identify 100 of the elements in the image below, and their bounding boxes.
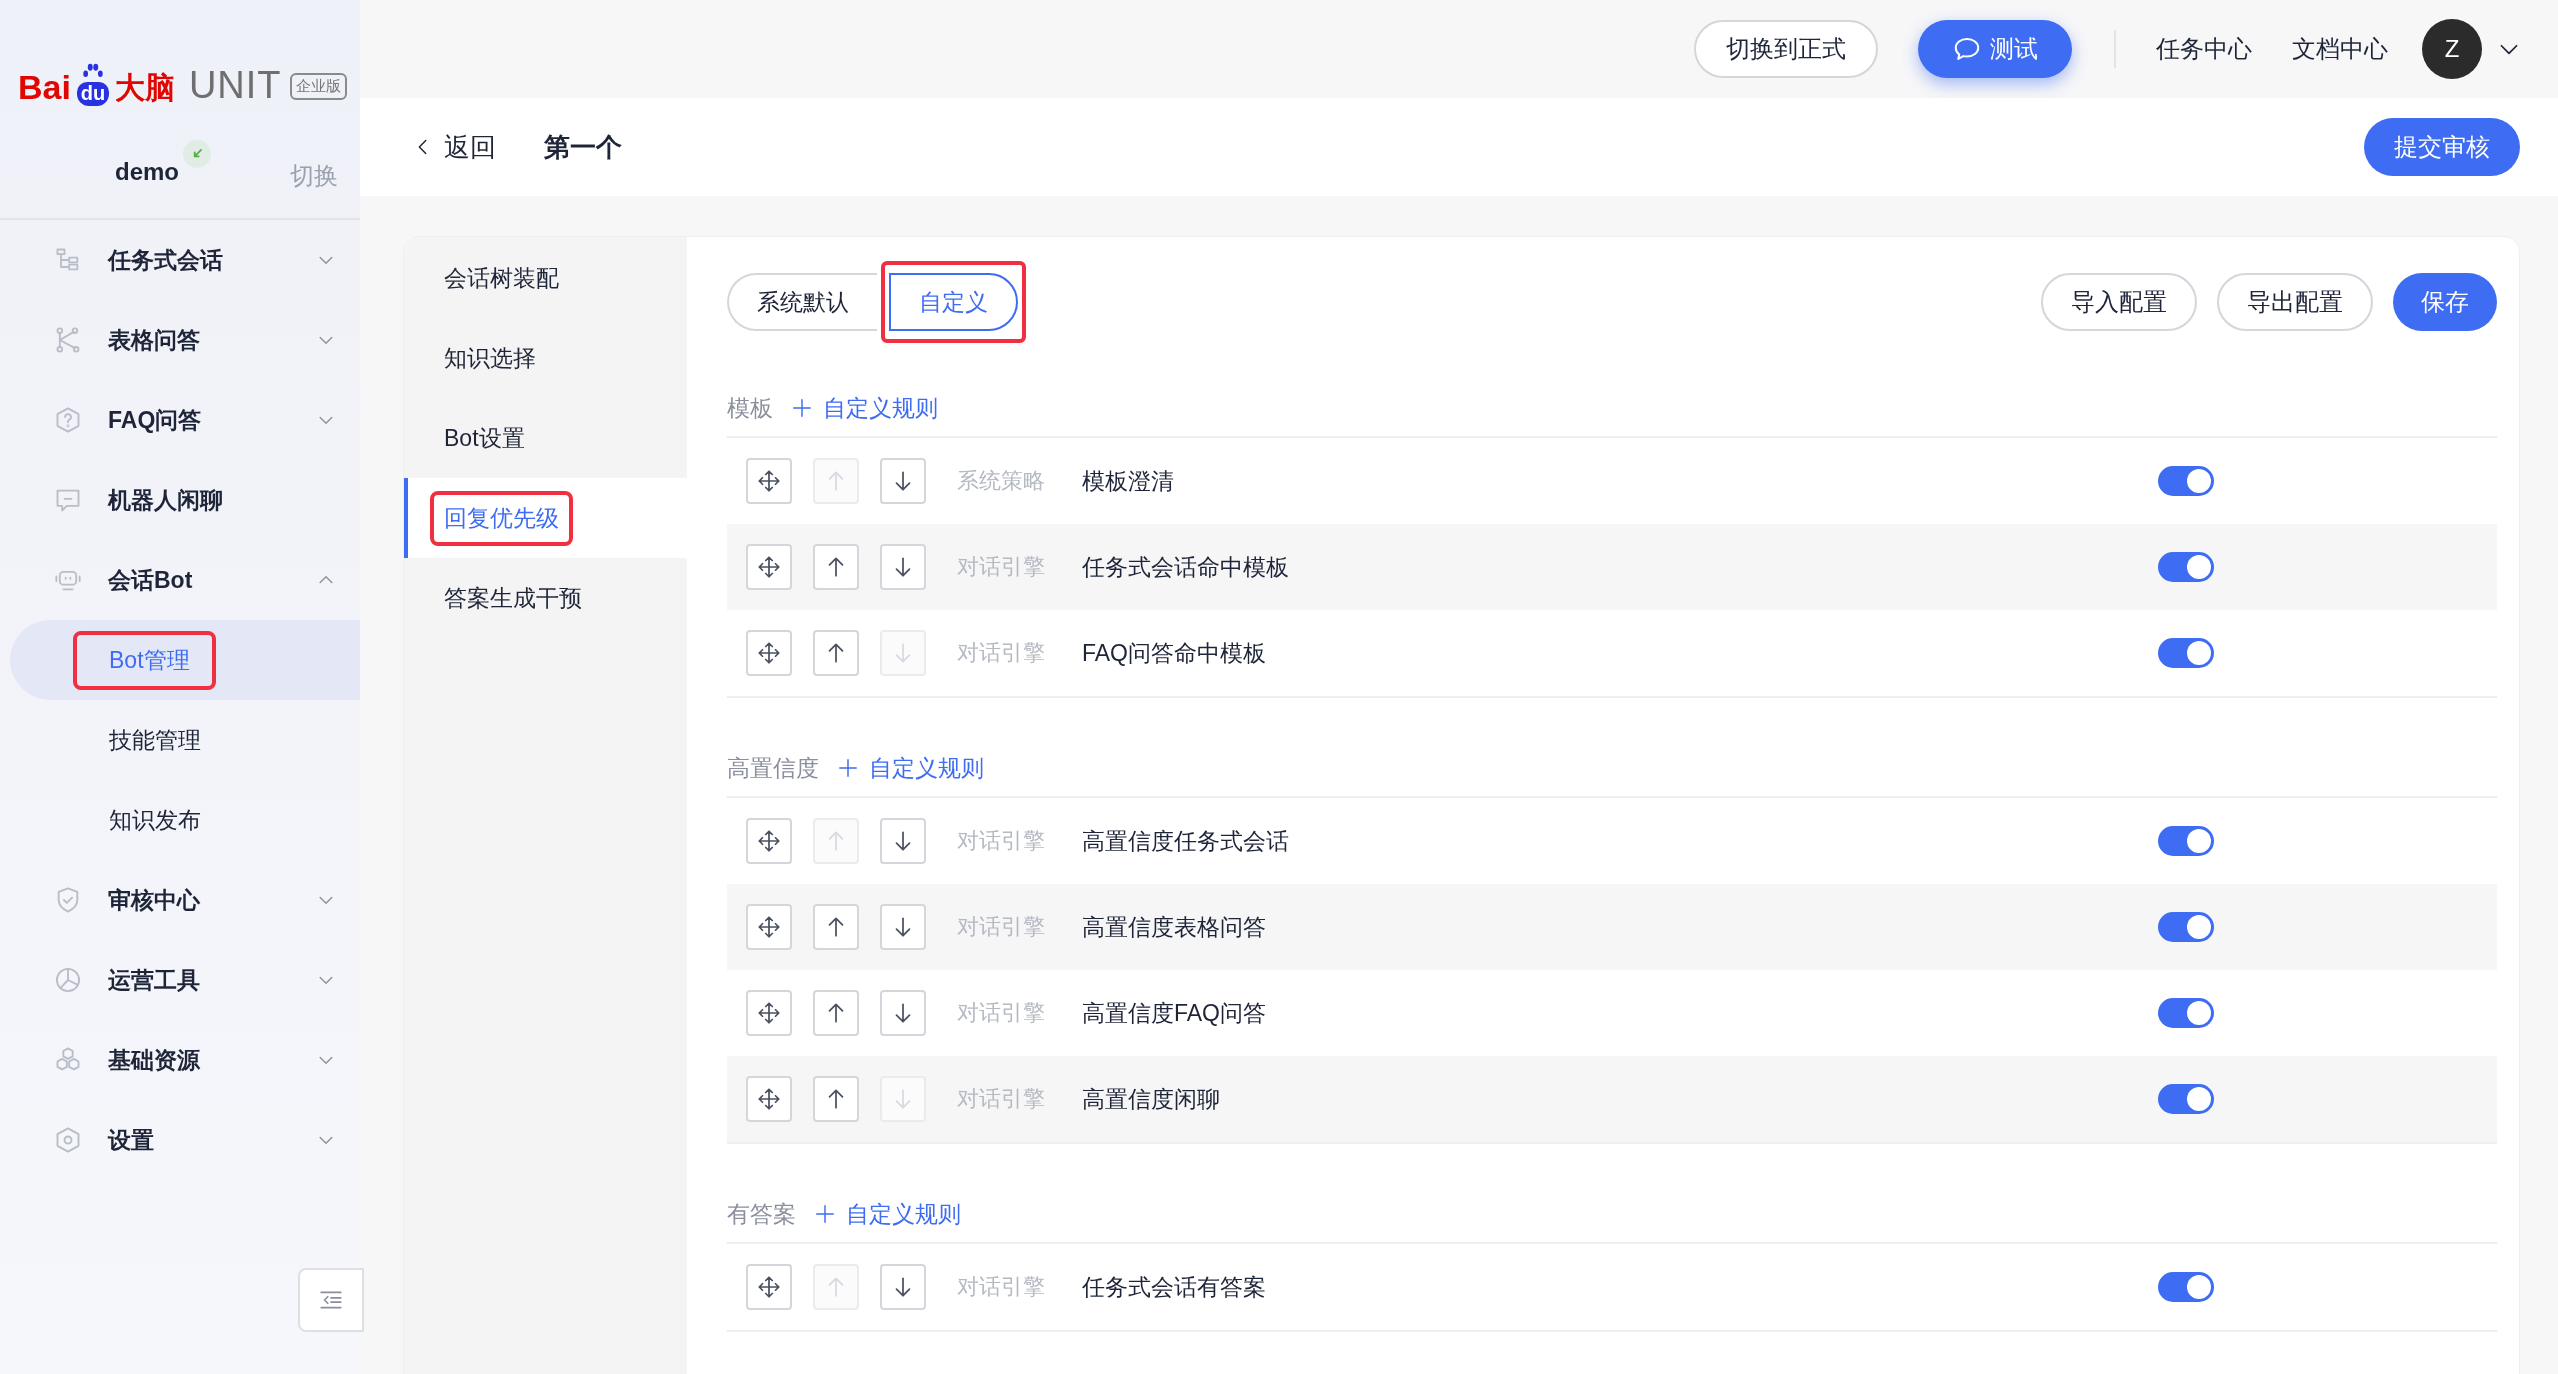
test-button[interactable]: 测试 bbox=[1918, 20, 2072, 78]
submit-button[interactable]: 提交审核 bbox=[2364, 118, 2520, 176]
settings-tab[interactable]: 答案生成干预 bbox=[404, 558, 687, 638]
drag-button[interactable] bbox=[746, 1264, 792, 1310]
drag-button[interactable] bbox=[746, 1076, 792, 1122]
add-rule-link[interactable]: 自定义规则 bbox=[814, 1198, 961, 1230]
settings-tab[interactable]: Bot设置 bbox=[404, 398, 687, 478]
mode-tab[interactable]: 自定义 bbox=[889, 273, 1018, 331]
add-rule-link[interactable]: 自定义规则 bbox=[837, 752, 984, 784]
toggle-switch[interactable] bbox=[2158, 826, 2214, 856]
nav-label: 基础资源 bbox=[108, 1045, 201, 1075]
nav-label: 设置 bbox=[108, 1125, 155, 1155]
move-up-button[interactable] bbox=[813, 544, 859, 590]
move-up-button[interactable] bbox=[813, 904, 859, 950]
nav-label: 审核中心 bbox=[108, 885, 201, 915]
rule-category: 对话引擎 bbox=[957, 999, 1046, 1027]
account-name: demo bbox=[115, 158, 179, 186]
toggle-switch[interactable] bbox=[2158, 1084, 2214, 1114]
toggle-switch[interactable] bbox=[2158, 552, 2214, 582]
toggle-switch[interactable] bbox=[2158, 638, 2214, 668]
tab-label: 答案生成干预 bbox=[443, 583, 583, 613]
drag-button[interactable] bbox=[746, 904, 792, 950]
mode-tab[interactable]: 系统默认 bbox=[727, 273, 877, 331]
move-down-button[interactable] bbox=[880, 1264, 926, 1310]
rule-name: 高置信度表格问答 bbox=[1082, 912, 1266, 942]
branch-icon bbox=[54, 326, 82, 354]
move-up-button[interactable] bbox=[813, 630, 859, 676]
back-link[interactable]: 返回 bbox=[412, 129, 496, 165]
move-down-button[interactable] bbox=[880, 990, 926, 1036]
rule-category: 对话引擎 bbox=[957, 553, 1046, 581]
move-down-button[interactable] bbox=[880, 904, 926, 950]
drag-button[interactable] bbox=[746, 630, 792, 676]
move-icon bbox=[756, 468, 782, 494]
config-button[interactable]: 导出配置 bbox=[2217, 273, 2373, 331]
plus-icon bbox=[791, 397, 813, 419]
toggle-switch[interactable] bbox=[2158, 1272, 2214, 1302]
drag-button[interactable] bbox=[746, 990, 792, 1036]
move-up-button[interactable] bbox=[813, 1076, 859, 1122]
section-title: 有答案 bbox=[727, 1199, 796, 1229]
rule-category: 对话引擎 bbox=[957, 913, 1046, 941]
move-icon bbox=[756, 1086, 782, 1112]
drag-button[interactable] bbox=[746, 818, 792, 864]
settings-tab[interactable]: 知识选择 bbox=[404, 318, 687, 398]
move-icon bbox=[756, 1274, 782, 1300]
nav-item[interactable]: 基础资源 bbox=[0, 1020, 360, 1100]
nav-label: 任务式会话 bbox=[108, 245, 224, 275]
rule-name: FAQ问答命中模板 bbox=[1082, 638, 1266, 668]
nav-label: 表格问答 bbox=[108, 325, 201, 355]
arrow-badge-icon bbox=[183, 140, 211, 168]
nav-item[interactable]: 运营工具 bbox=[0, 940, 360, 1020]
nav-subitem[interactable]: 知识发布 bbox=[10, 780, 360, 860]
nav-item[interactable]: 表格问答 bbox=[0, 300, 360, 380]
edition-badge: 企业版 bbox=[289, 73, 347, 100]
top-link[interactable]: 文档中心 bbox=[2292, 33, 2388, 65]
nav-item[interactable]: 任务式会话 bbox=[0, 220, 360, 300]
nav-subitem[interactable]: 技能管理 bbox=[10, 700, 360, 780]
nav-label: 会话Bot bbox=[108, 565, 194, 595]
drag-button[interactable] bbox=[746, 544, 792, 590]
toggle-switch[interactable] bbox=[2158, 912, 2214, 942]
nav-label: 运营工具 bbox=[108, 965, 201, 995]
nav-item[interactable]: FAQ问答 bbox=[0, 380, 360, 460]
move-down-button[interactable] bbox=[880, 458, 926, 504]
config-button[interactable]: 导入配置 bbox=[2041, 273, 2197, 331]
drag-button[interactable] bbox=[746, 458, 792, 504]
page-title: 第一个 bbox=[544, 130, 622, 164]
rule-name: 任务式会话有答案 bbox=[1082, 1272, 1266, 1302]
tab-label: 知识选择 bbox=[443, 343, 537, 373]
move-down-button[interactable] bbox=[880, 544, 926, 590]
nav-item[interactable]: 审核中心 bbox=[0, 860, 360, 940]
move-up-button[interactable] bbox=[813, 990, 859, 1036]
tab-label: 会话树装配 bbox=[443, 263, 560, 293]
rule-name: 高置信度FAQ问答 bbox=[1082, 998, 1266, 1028]
nav-item[interactable]: 会话Bot bbox=[0, 540, 360, 620]
add-rule-link[interactable]: 自定义规则 bbox=[791, 392, 938, 424]
logo-text: du bbox=[76, 82, 110, 106]
nav-subitem[interactable]: Bot管理 bbox=[10, 620, 360, 700]
switch-button[interactable]: 切换到正式 bbox=[1694, 20, 1878, 78]
nav-label: Bot管理 bbox=[73, 630, 216, 690]
nav-label: 技能管理 bbox=[108, 725, 202, 755]
rule-category: 对话引擎 bbox=[957, 1273, 1046, 1301]
toggle-switch[interactable] bbox=[2158, 998, 2214, 1028]
avatar[interactable]: Z bbox=[2422, 19, 2482, 79]
gear-icon bbox=[54, 1126, 82, 1154]
settings-tab[interactable]: 回复优先级 bbox=[404, 478, 687, 558]
nav-item[interactable]: 机器人闲聊 bbox=[0, 460, 360, 540]
rule-name: 模板澄清 bbox=[1082, 466, 1174, 496]
settings-tab[interactable]: 会话树装配 bbox=[404, 238, 687, 318]
rule-name: 任务式会话命中模板 bbox=[1082, 552, 1289, 582]
move-icon bbox=[756, 1000, 782, 1026]
logo-text: Bai bbox=[18, 70, 71, 104]
toggle-switch[interactable] bbox=[2158, 466, 2214, 496]
tab-label: 回复优先级 bbox=[430, 490, 573, 546]
nav-item[interactable]: 设置 bbox=[0, 1100, 360, 1180]
rule-category: 对话引擎 bbox=[957, 639, 1046, 667]
nav-label: FAQ问答 bbox=[108, 405, 203, 435]
move-down-button[interactable] bbox=[880, 818, 926, 864]
section-title: 高置信度 bbox=[727, 753, 819, 783]
save-button[interactable]: 保存 bbox=[2393, 273, 2497, 331]
top-link[interactable]: 任务中心 bbox=[2156, 33, 2252, 65]
move-icon bbox=[756, 554, 782, 580]
